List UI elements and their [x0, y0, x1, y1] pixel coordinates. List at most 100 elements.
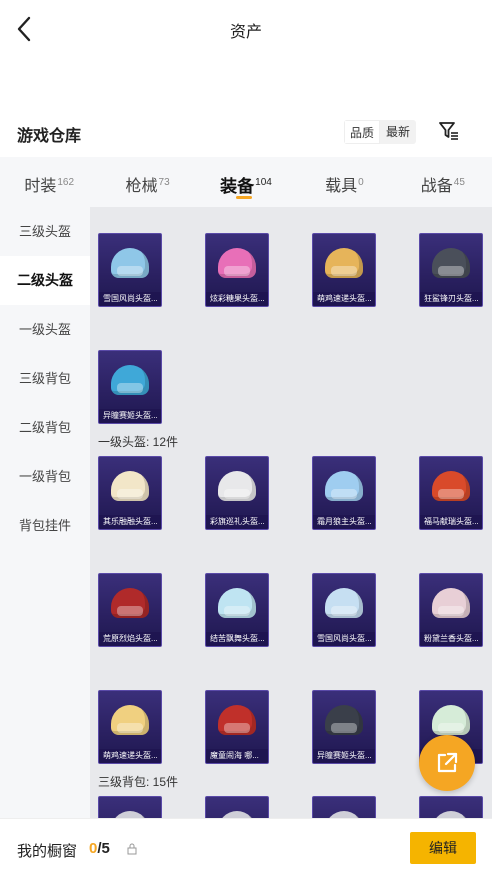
item-name: 其乐融融头盔... [99, 515, 161, 529]
helmet-icon [111, 588, 149, 618]
item-name: 福马献瑞头盔... [420, 515, 482, 529]
helmet-icon [432, 471, 470, 501]
item-name: 萌鸡速递头盔... [313, 292, 375, 306]
sidebar-item-level1-backpack[interactable]: 一级背包 [0, 452, 90, 501]
tab-firearms[interactable]: 枪械73 [98, 157, 196, 207]
item-name: 霜月狼主头盔... [313, 515, 375, 529]
item-name: 雪国风尚头盔... [313, 632, 375, 646]
tab-count: 162 [57, 176, 75, 188]
tab-label: 时装 [24, 178, 57, 195]
sort-quality-button[interactable]: 品质 [344, 120, 380, 144]
item-thumbnail [206, 234, 268, 292]
item-card[interactable] [205, 796, 269, 818]
tab-label: 战备 [420, 178, 453, 195]
warehouse-title: 游戏仓库 [17, 128, 82, 145]
page-title: 资产 [229, 24, 262, 41]
tab-vehicles[interactable]: 载具0 [295, 157, 393, 207]
item-card[interactable]: 异瞳赛姬头盔... [312, 690, 376, 764]
item-name: 炫彩糖果头盔... [206, 292, 268, 306]
item-thumbnail [99, 234, 161, 292]
tab-fashion[interactable]: 时装162 [0, 157, 98, 207]
filter-button[interactable] [436, 118, 462, 144]
top-bar: 资产 [0, 0, 492, 58]
item-card[interactable]: 其乐融融头盔... [98, 456, 162, 530]
item-card[interactable]: 炫彩糖果头盔... [205, 233, 269, 307]
item-row: 异瞳赛姬头盔... [98, 350, 492, 424]
helmet-icon [325, 811, 363, 818]
tab-supplies[interactable]: 战备45 [394, 157, 492, 207]
item-grid: 雪国风尚头盔... 炫彩糖果头盔... 萌鸡速递头盔... 狂鲨锋刃头盔... 异瞳赛姬… [90, 207, 492, 818]
tab-count: 104 [255, 177, 272, 189]
item-name: 异瞳赛姬头盔... [313, 749, 375, 763]
item-thumbnail [206, 691, 268, 749]
tab-equipment[interactable]: 装备104 [197, 157, 295, 207]
external-link-icon [437, 752, 458, 773]
item-card[interactable] [312, 796, 376, 818]
bottom-bar: 我的橱窗 0/5 编辑 [0, 818, 492, 876]
item-card[interactable]: 彩旗巡礼头盔... [205, 456, 269, 530]
share-floating-button[interactable] [419, 735, 475, 791]
helmet-icon [432, 588, 470, 618]
sort-newest-button[interactable]: 最新 [380, 120, 416, 144]
helmet-icon [432, 811, 470, 818]
showcase-total: /5 [97, 840, 110, 857]
item-thumbnail [313, 234, 375, 292]
item-card[interactable]: 霜月狼主头盔... [312, 456, 376, 530]
tab-count: 73 [158, 176, 170, 188]
group-label: 一级头盔: 12件 [98, 435, 179, 449]
tab-label: 枪械 [125, 178, 158, 195]
tab-label: 装备 [220, 177, 255, 196]
item-card[interactable]: 雪国风尚头盔... [312, 573, 376, 647]
item-card[interactable]: 雪国风尚头盔... [98, 233, 162, 307]
item-thumbnail [313, 457, 375, 515]
item-name: 异瞳赛姬头盔... [99, 409, 161, 423]
item-card[interactable]: 萌鸡速递头盔... [312, 233, 376, 307]
sidebar-item-level3-backpack[interactable]: 三级背包 [0, 354, 90, 403]
item-card[interactable] [98, 796, 162, 818]
category-tabs: 时装162 枪械73 装备104 载具0 战备45 [0, 157, 492, 207]
item-card[interactable]: 魔童闹海 哪... [205, 690, 269, 764]
item-card[interactable] [419, 796, 483, 818]
item-thumbnail [206, 574, 268, 632]
item-row: 其乐融融头盔... 彩旗巡礼头盔... 霜月狼主头盔... 福马献瑞头盔... [98, 456, 492, 530]
helmet-icon [111, 365, 149, 395]
item-thumbnail [420, 457, 482, 515]
sidebar-item-level1-helmet[interactable]: 一级头盔 [0, 305, 90, 354]
showcase-label: 我的橱窗 [17, 843, 78, 860]
item-thumbnail [313, 691, 375, 749]
sidebar-item-level2-backpack[interactable]: 二级背包 [0, 403, 90, 452]
item-name: 雪国风尚头盔... [99, 292, 161, 306]
helmet-icon [218, 471, 256, 501]
helmet-icon [111, 471, 149, 501]
item-name: 荒原烈焰头盔... [99, 632, 161, 646]
item-card[interactable]: 结苦飘舞头盔... [205, 573, 269, 647]
item-card[interactable]: 狂鲨锋刃头盔... [419, 233, 483, 307]
item-card[interactable]: 异瞳赛姬头盔... [98, 350, 162, 424]
tab-count: 0 [358, 176, 364, 188]
item-card[interactable]: 萌鸡速递头盔... [98, 690, 162, 764]
sidebar-item-backpack-pendant[interactable]: 背包挂件 [0, 501, 90, 550]
item-thumbnail [99, 691, 161, 749]
helmet-icon [432, 705, 470, 735]
item-card[interactable]: 荒原烈焰头盔... [98, 573, 162, 647]
filter-icon [439, 122, 458, 140]
item-card[interactable]: 福马献瑞头盔... [419, 456, 483, 530]
item-thumbnail [99, 574, 161, 632]
helmet-icon [325, 588, 363, 618]
item-card[interactable]: 粉黛兰香头盔... [419, 573, 483, 647]
item-thumbnail [420, 234, 482, 292]
showcase-count: 0/5 [89, 840, 110, 857]
helmet-icon [325, 248, 363, 278]
helmet-icon [325, 471, 363, 501]
helmet-icon [218, 811, 256, 818]
tab-count: 45 [453, 176, 465, 188]
sidebar-item-level2-helmet[interactable]: 二级头盔 [0, 256, 90, 305]
item-thumbnail [420, 797, 482, 818]
item-row: 雪国风尚头盔... 炫彩糖果头盔... 萌鸡速递头盔... 狂鲨锋刃头盔... [98, 233, 492, 307]
item-name: 彩旗巡礼头盔... [206, 515, 268, 529]
helmet-icon [218, 248, 256, 278]
edit-button[interactable]: 编辑 [410, 832, 476, 864]
helmet-icon [218, 705, 256, 735]
item-thumbnail [206, 797, 268, 818]
sidebar-item-level3-helmet[interactable]: 三级头盔 [0, 207, 90, 256]
